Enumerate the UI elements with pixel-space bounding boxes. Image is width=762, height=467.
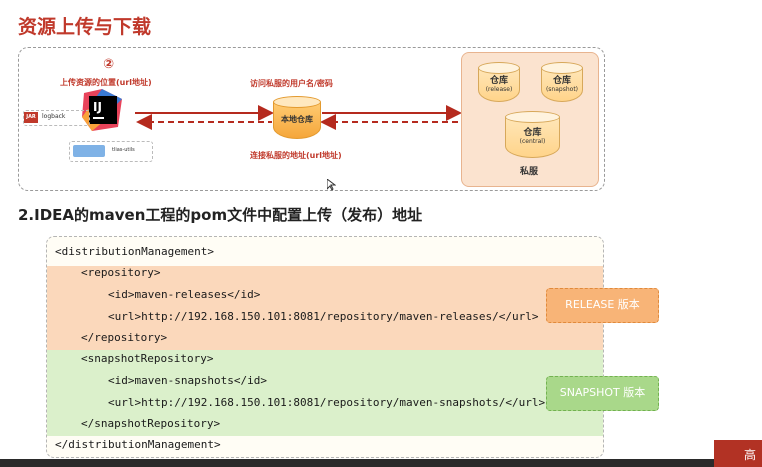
quality-button[interactable]: 高: [714, 440, 762, 467]
code-line: <snapshotRepository>: [81, 352, 214, 365]
code-line: </snapshotRepository>: [81, 417, 221, 430]
private-server-label: 私服: [520, 167, 539, 177]
video-control-bar[interactable]: [0, 459, 762, 467]
repo-release-sub: (release): [485, 86, 513, 93]
diagram-arrows: [135, 105, 462, 130]
repo-release: 仓库 (release): [478, 62, 520, 102]
code-line: </distributionManagement>: [55, 438, 221, 451]
local-repository: 本地仓库: [273, 96, 321, 139]
release-version-tag: RELEASE 版本: [546, 288, 659, 323]
local-repository-label: 本地仓库: [281, 115, 313, 124]
code-line: <url>http://192.168.150.101:8081/reposit…: [108, 310, 539, 323]
access-credentials-label: 访问私服的用户名/密码: [250, 79, 333, 88]
repo-release-label: 仓库: [489, 76, 508, 86]
code-line: </repository>: [81, 331, 168, 344]
repo-central-label: 仓库: [523, 128, 542, 138]
mouse-cursor-icon: [326, 176, 337, 195]
repo-snapshot: 仓库 (snapshot): [541, 62, 583, 102]
repo-snapshot-sub: (snapshot): [545, 86, 579, 93]
code-line: <repository>: [81, 266, 161, 279]
repo-snapshot-label: 仓库: [552, 76, 571, 86]
code-line: <id>maven-snapshots</id>: [108, 374, 267, 387]
code-line: <distributionManagement>: [55, 245, 214, 258]
section-subtitle: 2.IDEA的maven工程的pom文件中配置上传（发布）地址: [18, 206, 423, 224]
connect-address-label: 连接私服的地址(url地址): [250, 151, 342, 160]
snapshot-version-tag: SNAPSHOT 版本: [546, 376, 659, 411]
code-line: <id>maven-releases</id>: [108, 288, 261, 301]
repo-central: 仓库 (central): [505, 111, 560, 158]
code-line: <url>http://192.168.150.101:8081/reposit…: [108, 396, 546, 409]
repo-central-sub: (central): [519, 138, 546, 145]
